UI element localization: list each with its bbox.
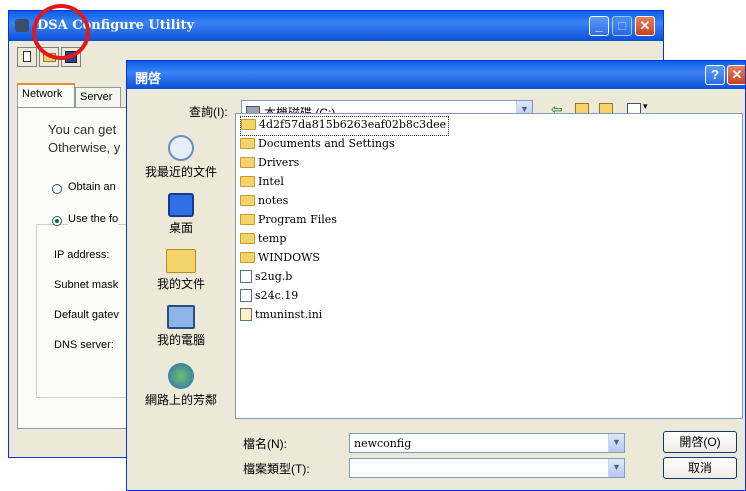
file-row: temp bbox=[240, 230, 449, 249]
folder-icon bbox=[166, 249, 196, 273]
file-list-item[interactable]: 4d2f57da815b6263eaf02b8c3dee bbox=[240, 116, 450, 136]
file-list-item[interactable]: Drivers bbox=[240, 154, 449, 172]
use-following-radio-label: Use the fo bbox=[68, 213, 119, 225]
intro-text-line2: Otherwise, y bbox=[48, 140, 121, 155]
filename-input[interactable]: newconfig ▼ bbox=[349, 433, 625, 453]
file-row: WINDOWS bbox=[240, 249, 449, 268]
file-list-item[interactable]: Documents and Settings bbox=[240, 135, 449, 153]
tab-network[interactable]: Network bbox=[17, 83, 75, 107]
file-list-item[interactable]: notes bbox=[240, 192, 449, 210]
place-recent-documents[interactable]: 我最近的文件 bbox=[137, 135, 225, 180]
file-list-item[interactable]: WINDOWS bbox=[240, 249, 449, 267]
ip-address-label: IP address: bbox=[54, 249, 110, 261]
file-list[interactable]: 4d2f57da815b6263eaf02b8c3dee Documents an… bbox=[235, 113, 743, 419]
file-row: Intel bbox=[240, 173, 449, 192]
file-icon bbox=[240, 308, 252, 321]
obtain-radio[interactable] bbox=[52, 184, 62, 194]
file-name: Documents and Settings bbox=[258, 137, 395, 150]
file-name: s24c.19 bbox=[255, 289, 299, 302]
filetype-label: 檔案類型(T): bbox=[243, 462, 310, 476]
folder-icon bbox=[240, 138, 255, 149]
file-row: Documents and Settings bbox=[240, 135, 449, 154]
app-icon bbox=[15, 19, 29, 32]
file-row: Drivers bbox=[240, 154, 449, 173]
file-rows: 4d2f57da815b6263eaf02b8c3dee Documents an… bbox=[240, 116, 450, 325]
place-label: 我的文件 bbox=[156, 277, 205, 291]
folder-icon bbox=[241, 119, 256, 130]
folder-icon bbox=[240, 214, 255, 225]
file-row: notes bbox=[240, 192, 449, 211]
file-row: s2ug.b bbox=[240, 268, 449, 287]
help-button[interactable]: ? bbox=[705, 65, 725, 85]
file-icon bbox=[240, 270, 252, 283]
place-my-documents[interactable]: 我的文件 bbox=[137, 249, 225, 292]
intro-text-line1: You can get bbox=[48, 122, 117, 137]
file-list-item[interactable]: tmuninst.ini bbox=[240, 306, 449, 324]
filename-value: newconfig bbox=[354, 437, 412, 450]
chevron-down-icon[interactable]: ▼ bbox=[608, 459, 624, 477]
folder-icon bbox=[240, 233, 255, 244]
highlight-circle bbox=[32, 4, 90, 60]
file-row: Program Files bbox=[240, 211, 449, 230]
minimize-button[interactable]: _ bbox=[589, 16, 609, 36]
place-desktop[interactable]: 桌面 bbox=[137, 193, 225, 236]
place-my-computer[interactable]: 我的電腦 bbox=[137, 305, 225, 348]
file-name: WINDOWS bbox=[258, 251, 320, 264]
dialog-close-button[interactable]: ✕ bbox=[727, 65, 745, 85]
file-row: s24c.19 bbox=[240, 287, 449, 306]
file-list-item[interactable]: temp bbox=[240, 230, 449, 248]
file-name: temp bbox=[258, 232, 287, 245]
computer-icon bbox=[167, 305, 195, 329]
view-menu-chevron-icon[interactable]: ▾ bbox=[643, 101, 648, 112]
file-list-item[interactable]: Program Files bbox=[240, 211, 449, 229]
open-file-dialog: 開啓 ? ✕ 查詢(I): 本機磁碟 (C:) ▼ ⇦ ▾ 我最近的文件 桌面 … bbox=[126, 60, 746, 491]
use-following-radio[interactable] bbox=[52, 216, 62, 226]
title-bar: DSA Configure Utility _ □ ✕ bbox=[9, 11, 663, 41]
folder-icon bbox=[240, 252, 255, 263]
folder-icon bbox=[240, 176, 255, 187]
default-gateway-label: Default gatev bbox=[54, 309, 119, 321]
place-label: 我的電腦 bbox=[156, 333, 205, 347]
place-label: 網路上的芳鄰 bbox=[144, 393, 217, 407]
file-row: tmuninst.ini bbox=[240, 306, 449, 325]
file-name: tmuninst.ini bbox=[255, 308, 323, 321]
file-list-item[interactable]: s2ug.b bbox=[240, 268, 449, 286]
places-bar: 我最近的文件 桌面 我的文件 我的電腦 網路上的芳鄰 bbox=[137, 113, 225, 423]
desktop-icon bbox=[168, 193, 194, 217]
filetype-dropdown[interactable]: ▼ bbox=[349, 458, 625, 478]
new-file-icon[interactable] bbox=[17, 47, 37, 67]
dns-server-label: DNS server: bbox=[54, 339, 114, 351]
globe-icon bbox=[168, 363, 194, 389]
open-button[interactable]: 開啓(O) bbox=[663, 431, 737, 453]
maximize-button[interactable]: □ bbox=[612, 16, 632, 36]
file-name: 4d2f57da815b6263eaf02b8c3dee bbox=[259, 118, 447, 131]
folder-icon bbox=[240, 195, 255, 206]
dialog-title: 開啓 bbox=[135, 71, 162, 86]
folder-icon bbox=[240, 157, 255, 168]
obtain-radio-label: Obtain an bbox=[68, 181, 116, 193]
file-name: Drivers bbox=[258, 156, 300, 169]
close-button[interactable]: ✕ bbox=[635, 16, 655, 36]
chevron-down-icon[interactable]: ▼ bbox=[608, 434, 624, 452]
place-label: 我最近的文件 bbox=[144, 165, 217, 179]
file-list-item[interactable]: Intel bbox=[240, 173, 449, 191]
subnet-mask-label: Subnet mask bbox=[54, 279, 119, 291]
clock-icon bbox=[168, 135, 194, 161]
file-list-item[interactable]: s24c.19 bbox=[240, 287, 449, 305]
file-icon bbox=[240, 289, 252, 302]
file-name: notes bbox=[258, 194, 289, 207]
file-row: 4d2f57da815b6263eaf02b8c3dee bbox=[240, 116, 450, 136]
place-network[interactable]: 網路上的芳鄰 bbox=[137, 363, 225, 408]
cancel-button[interactable]: 取消 bbox=[663, 457, 737, 479]
file-name: Program Files bbox=[258, 213, 337, 226]
tab-server[interactable]: Server bbox=[75, 87, 121, 107]
file-name: Intel bbox=[258, 175, 284, 188]
filename-label: 檔名(N): bbox=[243, 437, 287, 451]
file-name: s2ug.b bbox=[255, 270, 293, 283]
place-label: 桌面 bbox=[168, 221, 193, 235]
dialog-title-bar: 開啓 ? ✕ bbox=[127, 61, 745, 89]
